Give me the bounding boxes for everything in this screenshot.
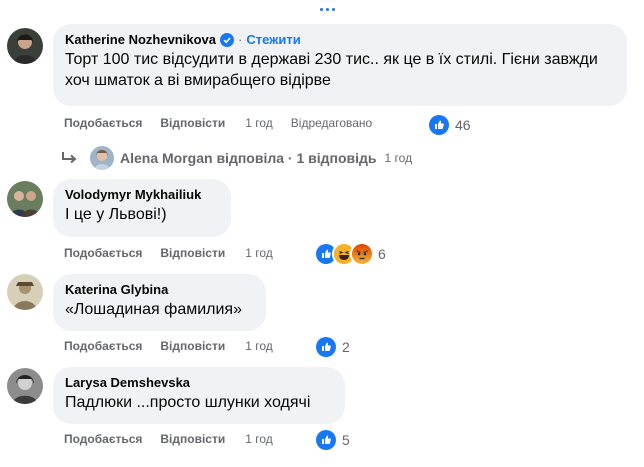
comment-text: Торт 100 тис відсудити в державі 230 тис…: [65, 51, 598, 89]
reaction-summary[interactable]: 46: [427, 113, 471, 137]
comment-author[interactable]: Katerina Glybina: [65, 282, 168, 297]
verified-badge-icon: [220, 32, 234, 47]
comment-time[interactable]: 1 год: [245, 246, 273, 260]
like-button[interactable]: Подобається: [64, 246, 142, 260]
like-button[interactable]: Подобається: [64, 432, 142, 446]
avatar[interactable]: [7, 274, 43, 310]
reaction-summary[interactable]: 6: [314, 242, 386, 266]
reaction-summary[interactable]: 5: [314, 428, 350, 452]
comment-text: «Лошадиная фамилия»: [65, 301, 242, 318]
comment-text: І це у Львові!): [65, 206, 167, 223]
comment-bubble: Katerina Glybina «Лошадиная фамилия»: [53, 274, 266, 331]
avatar[interactable]: [7, 181, 43, 217]
avatar: [90, 146, 114, 170]
comment-actions: Подобається Відповісти 1 год: [64, 339, 273, 353]
like-button[interactable]: Подобається: [64, 339, 142, 353]
reaction-count: 6: [378, 246, 386, 262]
comment-actions: Подобається Відповісти 1 год: [64, 246, 273, 260]
separator-dot: ·: [238, 32, 243, 47]
reply-thread-link[interactable]: Alena Morgan відповіла · 1 відповідь 1 г…: [60, 146, 412, 170]
comment-bubble: Larysa Demshevska Падлюки ...просто шлун…: [53, 367, 345, 424]
follow-button[interactable]: Стежити: [246, 32, 300, 47]
comment-time[interactable]: 1 год: [245, 116, 273, 130]
comment-time[interactable]: 1 год: [245, 339, 273, 353]
avatar[interactable]: [7, 368, 43, 404]
reply-thread-text[interactable]: Alena Morgan відповіла · 1 відповідь: [120, 150, 377, 166]
more-dots-indicator: [320, 8, 335, 11]
reply-button[interactable]: Відповісти: [160, 246, 225, 260]
reaction-count: 5: [342, 432, 350, 448]
avatar[interactable]: [7, 28, 43, 64]
comment-bubble: Katherine Nozhevnikova · Стежити Торт 10…: [53, 24, 627, 106]
angry-reaction-icon: [350, 242, 374, 266]
comment-actions: Подобається Відповісти 1 год Відредагова…: [64, 116, 372, 130]
reaction-summary[interactable]: 2: [314, 335, 350, 359]
reply-arrow-icon: [62, 152, 77, 164]
like-reaction-icon: [314, 335, 338, 359]
like-reaction-icon: [427, 113, 451, 137]
comment-author[interactable]: Katherine Nozhevnikova: [65, 32, 216, 47]
reply-button[interactable]: Відповісти: [160, 432, 225, 446]
reply-thread-time: 1 год: [384, 151, 413, 165]
edited-label: Відредаговано: [290, 116, 373, 130]
comment-time[interactable]: 1 год: [245, 432, 273, 446]
comment-author[interactable]: Larysa Demshevska: [65, 375, 190, 390]
like-reaction-icon: [314, 428, 338, 452]
reaction-count: 2: [342, 339, 350, 355]
comment-author[interactable]: Volodymyr Mykhailiuk: [65, 187, 201, 202]
comment-text: Падлюки ...просто шлунки ходячі: [65, 394, 311, 411]
reaction-count: 46: [455, 117, 471, 133]
reply-button[interactable]: Відповісти: [160, 116, 225, 130]
comment-bubble: Volodymyr Mykhailiuk І це у Львові!): [53, 179, 231, 237]
like-button[interactable]: Подобається: [64, 116, 142, 130]
comment-actions: Подобається Відповісти 1 год: [64, 432, 273, 446]
reply-button[interactable]: Відповісти: [160, 339, 225, 353]
